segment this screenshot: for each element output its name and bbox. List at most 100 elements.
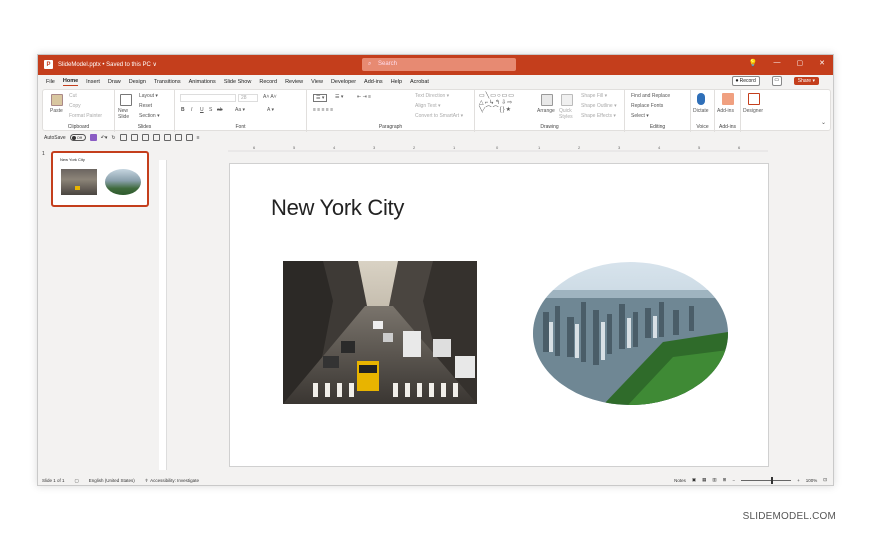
font-group: 28 A˄ A˅ B I U S ab Aa ▾ A ▾ Font <box>175 90 307 132</box>
comments-icon[interactable]: ▭ <box>771 76 782 86</box>
zoom-slider[interactable] <box>741 476 792 484</box>
slide-title[interactable]: New York City <box>271 195 404 221</box>
redo-icon[interactable]: ↻ <box>111 135 115 141</box>
zoom-in-icon[interactable]: + <box>797 478 800 483</box>
tab-developer[interactable]: Developer <box>331 79 356 85</box>
alignment-icons[interactable]: ≡ ≡ ≡ ≡ ≡ <box>313 107 333 113</box>
indent-icons[interactable]: ⇤ ⇥ ≡ <box>357 94 371 100</box>
cut-button[interactable]: Cut <box>69 93 77 99</box>
language-indicator[interactable]: English (United States) <box>89 478 135 483</box>
share-button[interactable]: Share ▾ <box>793 77 819 85</box>
strikethrough-button[interactable]: ab <box>217 107 223 113</box>
font-color-button[interactable]: A ▾ <box>267 107 274 113</box>
document-title[interactable]: SlideModel.pptx • Saved to this PC ∨ <box>58 61 157 68</box>
tab-animations[interactable]: Animations <box>189 79 216 85</box>
reset-button[interactable]: Reset <box>139 103 152 109</box>
collapse-ribbon-icon[interactable]: ⌄ <box>821 119 826 126</box>
undo-icon[interactable]: ↶▾ <box>101 135 108 141</box>
designer-icon[interactable] <box>748 93 760 105</box>
fit-to-window-icon[interactable]: ⊡ <box>823 477 827 483</box>
bold-button[interactable]: B <box>181 107 185 113</box>
new-icon[interactable] <box>130 134 138 141</box>
normal-view-icon[interactable]: ▣ <box>692 477 696 483</box>
arrange-button[interactable]: Arrange <box>537 108 555 114</box>
folder-icon[interactable] <box>141 134 149 141</box>
slide-sorter-icon[interactable]: ▦ <box>702 477 706 483</box>
zoom-level[interactable]: 100% <box>806 478 818 483</box>
grow-font-button[interactable]: A˄ A˅ <box>263 94 277 100</box>
aerial-central-park-photo[interactable] <box>533 262 728 405</box>
numbering-icon[interactable]: ☰ ▾ <box>335 94 343 100</box>
quick-styles-button[interactable]: Quick Styles <box>559 108 573 120</box>
present-icon[interactable] <box>163 134 171 141</box>
new-slide-button[interactable]: New Slide <box>118 108 134 120</box>
zoom-out-icon[interactable]: − <box>732 478 735 483</box>
print-icon[interactable] <box>152 134 160 141</box>
shape-fill-button[interactable]: Shape Fill ▾ <box>581 93 607 99</box>
shadow-button[interactable]: S <box>209 107 212 113</box>
street-photo[interactable] <box>283 261 477 404</box>
maximize-button[interactable]: ▢ <box>797 59 804 67</box>
slide-thumbnail[interactable]: New York City <box>51 151 149 207</box>
italic-button[interactable]: I <box>191 107 192 113</box>
smartart-button[interactable]: Convert to SmartArt ▾ <box>415 113 463 119</box>
tab-add-ins[interactable]: Add-ins <box>364 79 383 85</box>
tab-slide-show[interactable]: Slide Show <box>224 79 252 85</box>
reading-view-icon[interactable]: ▥ <box>712 477 716 483</box>
copy-icon[interactable] <box>174 134 182 141</box>
addins-icon[interactable] <box>722 93 734 105</box>
font-name-combo[interactable] <box>180 94 236 102</box>
search-box[interactable]: ⌕ Search <box>362 58 516 71</box>
quick-styles-icon[interactable] <box>561 94 573 106</box>
addins-button[interactable]: Add-ins <box>717 108 734 114</box>
select-button[interactable]: Select ▾ <box>631 113 649 119</box>
section-button[interactable]: Section ▾ <box>139 113 160 119</box>
slide-canvas[interactable]: New York City <box>229 163 769 467</box>
bullets-icon[interactable]: ☰ ▾ <box>313 94 328 102</box>
shape-outline-button[interactable]: Shape Outline ▾ <box>581 103 617 109</box>
new-slide-icon[interactable] <box>120 94 132 106</box>
tab-draw[interactable]: Draw <box>108 79 121 85</box>
shapes-icon[interactable] <box>185 134 193 141</box>
find-replace-button[interactable]: Find and Replace <box>631 93 670 99</box>
underline-button[interactable]: U <box>200 107 204 113</box>
copy-button[interactable]: Copy <box>69 103 81 109</box>
tab-design[interactable]: Design <box>129 79 146 85</box>
shapes-gallery[interactable]: ▭╲▭○▭▭ △⌐↳↰⇩⇨ ╲∕⌒⌒{}★ <box>479 93 531 121</box>
save-icon[interactable] <box>89 134 97 141</box>
microphone-icon[interactable] <box>697 93 705 105</box>
open-icon[interactable] <box>119 134 127 141</box>
tab-insert[interactable]: Insert <box>86 79 100 85</box>
tab-record[interactable]: Record <box>259 79 277 85</box>
tab-review[interactable]: Review <box>285 79 303 85</box>
paste-icon[interactable] <box>51 94 63 106</box>
close-button[interactable]: ✕ <box>819 59 825 67</box>
text-direction-button[interactable]: Text Direction ▾ <box>415 93 449 99</box>
tab-acrobat[interactable]: Acrobat <box>410 79 429 85</box>
customize-qat-icon[interactable]: ≡ <box>197 135 200 141</box>
tab-home[interactable]: Home <box>62 78 79 86</box>
paste-button[interactable]: Paste <box>50 108 63 114</box>
dictate-button[interactable]: Dictate <box>693 108 709 114</box>
align-text-button[interactable]: Align Text ▾ <box>415 103 441 109</box>
lightbulb-icon[interactable]: 💡 <box>749 59 758 67</box>
accessibility-status[interactable]: Accessibility: Investigate <box>150 478 199 483</box>
arrange-icon[interactable] <box>541 94 553 106</box>
autosave-toggle[interactable]: Off <box>69 134 86 141</box>
slideshow-icon[interactable]: ⊞ <box>723 477 727 483</box>
tab-file[interactable]: File <box>46 79 55 85</box>
minimize-button[interactable]: — <box>774 59 781 67</box>
tab-transitions[interactable]: Transitions <box>154 79 181 85</box>
layout-button[interactable]: Layout ▾ <box>139 93 158 99</box>
format-painter-button[interactable]: Format Painter <box>69 113 102 119</box>
replace-fonts-button[interactable]: Replace Fonts <box>631 103 663 109</box>
designer-button[interactable]: Designer <box>743 108 763 114</box>
shape-effects-button[interactable]: Shape Effects ▾ <box>581 113 616 119</box>
spellcheck-icon[interactable]: ▢ <box>75 478 79 484</box>
record-button[interactable]: ⏺ Record <box>731 76 760 86</box>
tab-view[interactable]: View <box>311 79 323 85</box>
tab-help[interactable]: Help <box>391 79 402 85</box>
case-button[interactable]: Aa ▾ <box>235 107 245 113</box>
font-size-combo[interactable]: 28 <box>238 94 258 102</box>
notes-button[interactable]: Notes <box>674 478 686 483</box>
